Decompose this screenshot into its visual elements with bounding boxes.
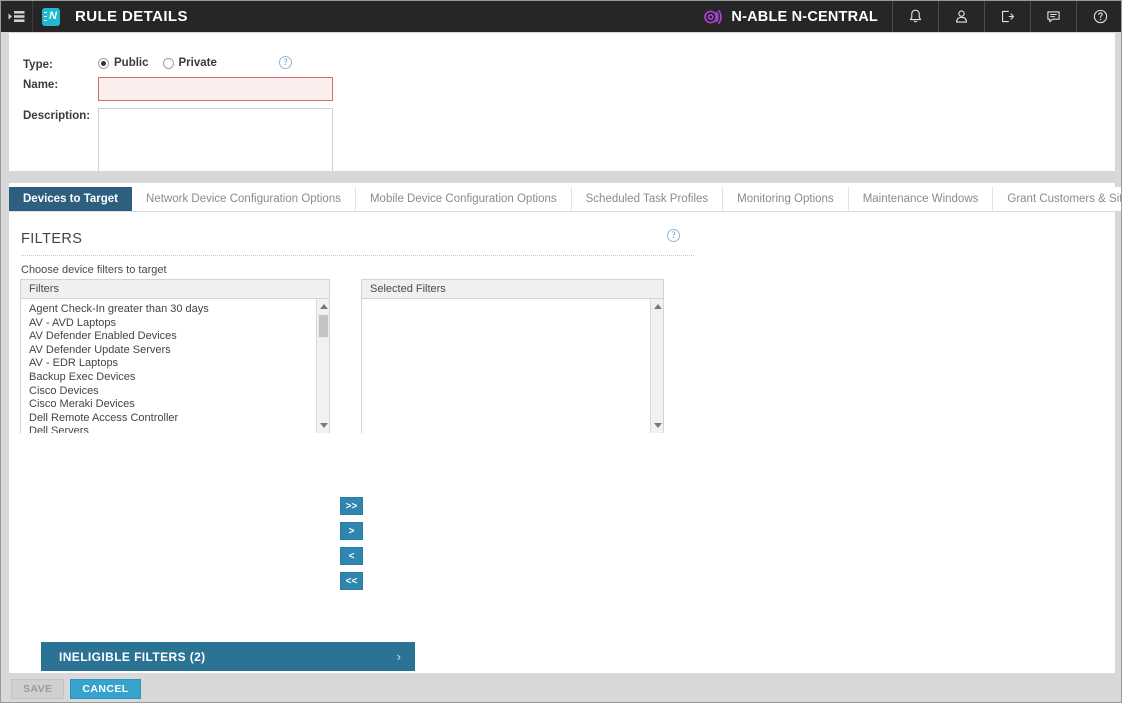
type-row: Type: Public Private ? [23,57,292,71]
list-item[interactable]: AV Defender Enabled Devices [29,330,329,344]
scroll-down-arrow-icon[interactable] [651,419,663,432]
feedback-button[interactable] [1031,1,1077,32]
logout-button[interactable] [985,1,1031,32]
list-item[interactable]: Cisco Devices [29,385,329,399]
type-option-private[interactable]: Private [163,57,217,69]
name-row: Name: [23,77,333,101]
logout-icon [999,8,1016,25]
brand-block: N-ABLE N-CENTRAL [692,1,893,32]
move-all-right-button[interactable]: >> [340,497,363,515]
tab-scheduled-task-profiles[interactable]: Scheduled Task Profiles [572,187,724,211]
selected-filters-items [362,299,663,303]
topbar-spacer [188,1,693,32]
footer-action-bar: SAVE CANCEL [1,673,1122,703]
tab-grant-customers-and-sites-access[interactable]: Grant Customers & Sites Access [993,187,1122,211]
name-label: Name: [23,77,98,91]
help-icon [1092,8,1109,25]
tab-bar: Devices to Target Network Device Configu… [9,187,1115,212]
tab-devices-to-target[interactable]: Devices to Target [9,187,132,211]
public-radio-label[interactable]: Public [114,57,149,69]
ineligible-filters-label: INELIGIBLE FILTERS (2) [59,650,206,664]
tab-monitoring-options[interactable]: Monitoring Options [723,187,849,211]
main-content-panel: Devices to Target Network Device Configu… [9,183,1115,673]
list-item[interactable]: Dell Servers [29,425,329,433]
description-textarea[interactable] [98,108,333,178]
save-button[interactable]: SAVE [11,679,64,699]
available-filters-items: Agent Check-In greater than 30 days AV -… [21,299,329,433]
page-title: RULE DETAILS [69,1,188,32]
list-item[interactable]: Agent Check-In greater than 30 days [29,303,329,317]
tab-network-device-configuration-options[interactable]: Network Device Configuration Options [132,187,356,211]
private-radio[interactable] [163,58,174,69]
feedback-chat-icon [1045,8,1062,25]
list-item[interactable]: AV - AVD Laptops [29,317,329,331]
type-help-icon[interactable]: ? [279,56,292,69]
tab-maintenance-windows[interactable]: Maintenance Windows [849,187,994,211]
scroll-down-arrow-icon[interactable] [317,419,329,432]
description-label: Description: [23,108,98,122]
notifications-bell-icon [907,8,924,25]
application-window: N RULE DETAILS N-ABLE N-CENTRAL [0,0,1122,703]
move-left-button[interactable]: < [340,547,363,565]
collapse-menu-button[interactable] [1,1,33,32]
selected-filters-body[interactable] [362,299,663,433]
tab-mobile-device-configuration-options[interactable]: Mobile Device Configuration Options [356,187,572,211]
section-divider [21,255,694,256]
description-row: Description: [23,108,333,178]
private-radio-label[interactable]: Private [179,57,217,69]
available-filters-header: Filters [21,280,329,299]
transfer-buttons-group: >> > < << [340,497,363,597]
rule-details-form: Type: Public Private ? Name: Description… [9,33,1115,171]
scroll-up-arrow-icon[interactable] [651,300,663,313]
available-filters-scrollbar[interactable] [316,299,329,433]
cancel-button[interactable]: CANCEL [70,679,140,699]
notifications-button[interactable] [893,1,939,32]
name-input[interactable] [98,77,333,101]
collapse-menu-icon [8,10,25,23]
list-item[interactable]: Dell Remote Access Controller [29,412,329,426]
filters-instruction: Choose device filters to target [21,264,167,276]
available-filters-listbox[interactable]: Filters Agent Check-In greater than 30 d… [20,279,330,433]
selected-filters-scrollbar[interactable] [650,299,663,433]
n-central-logo-icon: N [42,8,60,26]
chevron-right-icon: › [397,649,401,664]
move-all-left-button[interactable]: << [340,572,363,590]
brand-name: N-ABLE N-CENTRAL [731,9,878,25]
help-button[interactable] [1077,1,1122,32]
logo-letter: N [45,11,57,22]
ineligible-filters-bar[interactable]: INELIGIBLE FILTERS (2) › [41,642,415,671]
user-account-button[interactable] [939,1,985,32]
list-item[interactable]: Backup Exec Devices [29,371,329,385]
selected-filters-listbox[interactable]: Selected Filters [361,279,664,433]
n-able-gear-icon [702,7,722,27]
scroll-up-arrow-icon[interactable] [317,300,329,313]
list-item[interactable]: AV - EDR Laptops [29,357,329,371]
filters-section-title: FILTERS [21,231,82,247]
user-account-icon [953,8,970,25]
scrollbar-thumb[interactable] [318,314,329,338]
selected-filters-header: Selected Filters [362,280,663,299]
move-right-button[interactable]: > [340,522,363,540]
section-separator [1,171,1122,183]
top-navigation-bar: N RULE DETAILS N-ABLE N-CENTRAL [1,1,1122,32]
type-label: Type: [23,57,98,71]
list-item[interactable]: AV Defender Update Servers [29,344,329,358]
filters-help-icon[interactable]: ? [667,229,680,242]
product-logo: N [33,1,69,32]
public-radio[interactable] [98,58,109,69]
list-item[interactable]: Cisco Meraki Devices [29,398,329,412]
type-option-public[interactable]: Public [98,57,149,69]
available-filters-body[interactable]: Agent Check-In greater than 30 days AV -… [21,299,329,433]
